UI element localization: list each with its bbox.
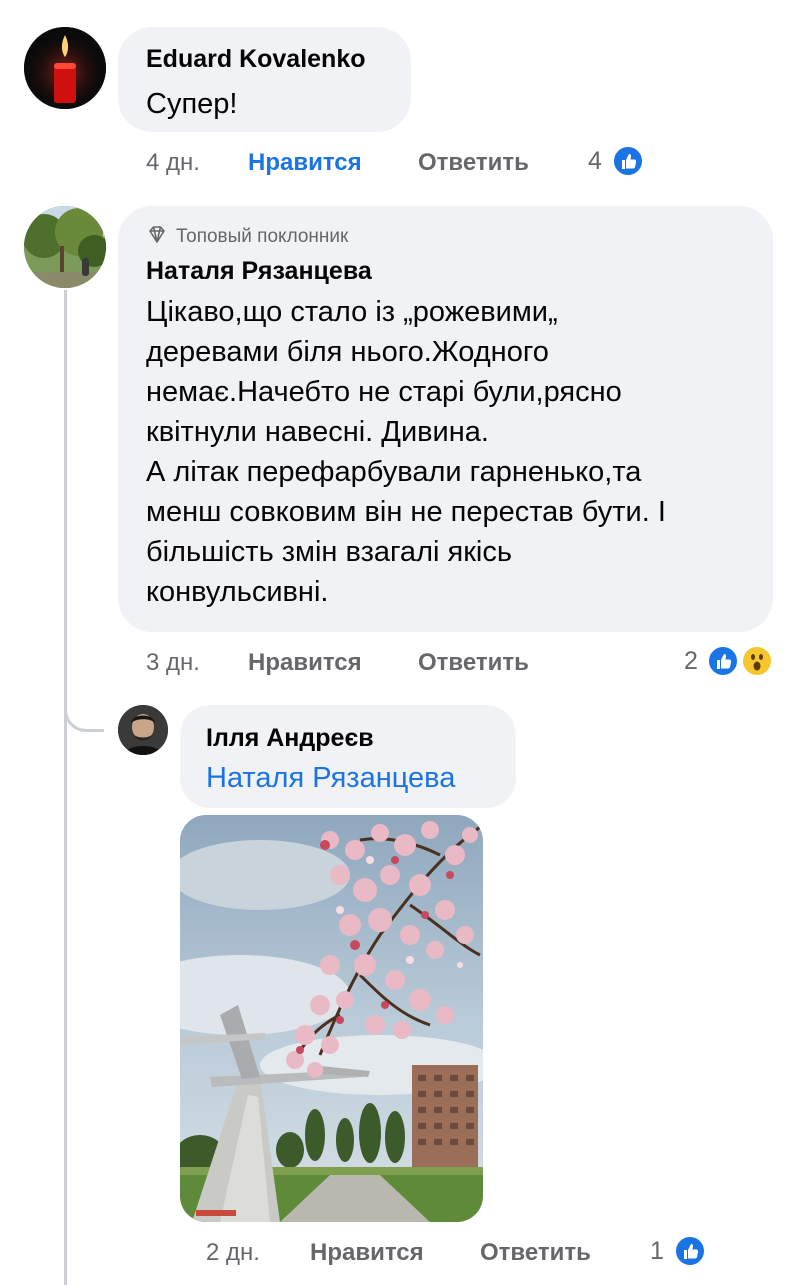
like-icon[interactable] <box>612 145 644 177</box>
like-icon[interactable] <box>707 645 739 677</box>
comment-author-name[interactable]: Наталя Рязанцева <box>146 256 372 286</box>
reaction-count[interactable]: 2 <box>684 646 698 676</box>
mention-link[interactable]: Наталя Рязанцева <box>206 758 455 798</box>
comment-text-line: менш совковим він не перестав бути. І <box>146 496 666 528</box>
like-button[interactable]: Нравится <box>248 148 362 178</box>
comment-text-line: деревами біля нього.Жодного <box>146 336 549 368</box>
top-fan-badge: Топовый поклонник <box>176 226 349 247</box>
comment-timestamp[interactable]: 2 дн. <box>206 1238 260 1268</box>
comment-timestamp[interactable]: 4 дн. <box>146 148 200 178</box>
comment-text: Цікаво,що стало із „рожевими„ деревами б… <box>146 292 766 612</box>
reaction-count[interactable]: 1 <box>650 1236 664 1266</box>
comment-text-line: А літак перефарбували гарненько,та <box>146 456 642 488</box>
comment-text-line: немає.Начебто не старі були,рясно <box>146 376 622 408</box>
comment-author-name[interactable]: Ілля Андреєв <box>206 723 374 753</box>
avatar-natalia-ryazantseva[interactable] <box>24 206 106 288</box>
like-button[interactable]: Нравится <box>248 648 362 678</box>
reply-connector-line <box>64 690 104 732</box>
thread-line <box>64 290 67 1285</box>
reply-button[interactable]: Ответить <box>418 648 529 678</box>
comment-text-line: Цікаво,що стало із „рожевими„ <box>146 296 558 328</box>
comment-text-line: квітнули навесні. Дивина. <box>146 416 489 448</box>
reply-button[interactable]: Ответить <box>418 148 529 178</box>
like-icon[interactable] <box>674 1235 706 1267</box>
comment-author-name[interactable]: Eduard Kovalenko <box>146 44 366 74</box>
avatar-eduard-kovalenko[interactable] <box>24 27 106 109</box>
reaction-count[interactable]: 4 <box>588 146 602 176</box>
comment-text-line: більшість змін взагалі якісь <box>146 536 512 568</box>
comment-text-line: конвульсивні. <box>146 576 329 608</box>
wow-icon[interactable] <box>741 645 773 677</box>
comment-photo[interactable] <box>180 815 483 1222</box>
like-button[interactable]: Нравится <box>310 1238 424 1268</box>
diamond-icon <box>146 224 168 251</box>
avatar-illia-andreiev[interactable] <box>118 705 168 755</box>
comment-timestamp[interactable]: 3 дн. <box>146 648 200 678</box>
comment-text: Супер! <box>146 88 238 120</box>
reply-button[interactable]: Ответить <box>480 1238 591 1268</box>
